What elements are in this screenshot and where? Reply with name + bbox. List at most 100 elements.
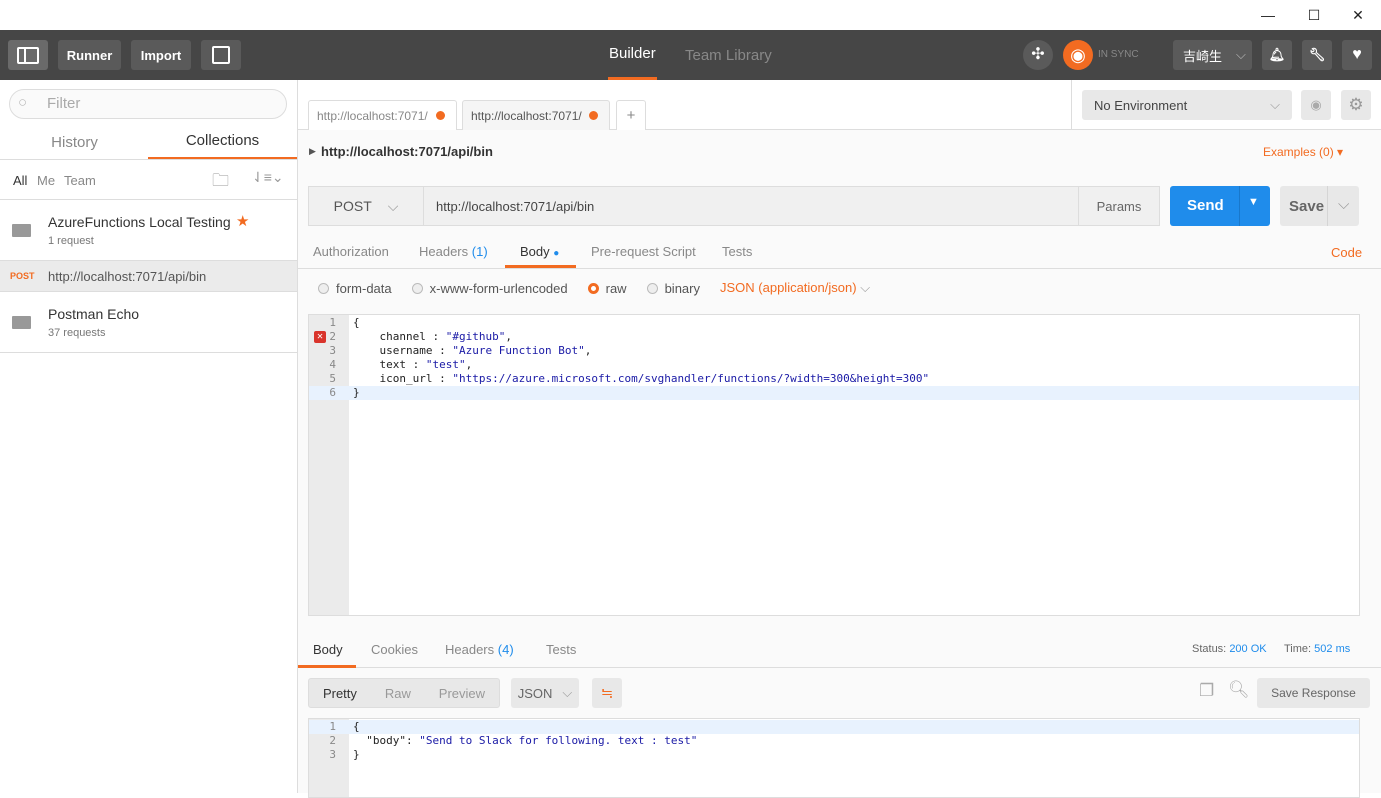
request-url: http://localhost:7071/api/bin [48,269,207,284]
request-tab[interactable]: http://localhost:7071/ [308,100,457,130]
import-button[interactable]: Import [131,40,191,70]
new-collection-icon[interactable]: 🗀 [212,168,229,197]
chevron-down-icon: ⌵ [1236,47,1246,62]
chevron-down-icon: ⌵ [1338,196,1350,213]
code-tail: , [505,330,512,343]
sync-icon[interactable]: ◉ [1063,40,1093,70]
code-str: "https://azure.microsoft.com/svghandler/… [452,372,930,385]
params-button[interactable]: Params [1078,186,1160,226]
collection-count: 37 requests [48,327,106,339]
main-panel: http://localhost:7071/ http://localhost:… [298,80,1381,798]
code-tail: , [465,358,473,371]
line-number: 4 [329,358,336,371]
user-menu[interactable]: 吉崎生 ⌵ [1173,40,1252,70]
radio-binary[interactable]: binary [646,281,700,296]
code-line: 1{ [309,720,1359,734]
copy-icon[interactable]: ❐ [1199,681,1214,701]
maximize-button[interactable]: ☐ [1291,0,1337,30]
save-button[interactable]: Save ⌵ [1280,186,1359,226]
radio-x-www-form-urlencoded[interactable]: x-www-form-urlencoded [411,281,568,296]
format-select[interactable]: JSON ⌵ [511,678,579,708]
chevron-down-icon[interactable]: ▼ [1248,196,1259,208]
code-text: } [353,386,360,399]
request-item[interactable]: POST http://localhost:7071/api/bin [0,261,297,292]
save-response-button[interactable]: Save Response [1257,678,1370,708]
tab-history[interactable]: History [0,124,149,160]
minimize-button[interactable]: — [1245,0,1291,30]
code-str: "test" [425,358,466,371]
content-type-select[interactable]: JSON (application/json) ⌵ [720,280,870,296]
chevron-down-icon: ⌵ [1270,97,1280,112]
tab-response-headers[interactable]: Headers (4) [445,642,514,657]
environment-select[interactable]: No Environment ⌵ [1082,90,1292,120]
tab-headers[interactable]: Headers (1) [419,244,488,259]
gear-button[interactable]: ⚙ [1341,90,1371,120]
sort-icon[interactable]: ⇃≡⌄ [252,169,284,186]
search-icon: ○ [18,94,28,111]
view-pretty[interactable]: Pretty [323,686,357,701]
tab-response-body[interactable]: Body [298,634,356,668]
runner-button[interactable]: Runner [58,40,121,70]
filter-input[interactable]: Filter [9,89,287,119]
tab-cookies[interactable]: Cookies [371,642,418,657]
tab-pre-request-script[interactable]: Pre-request Script [591,244,696,259]
view-preview[interactable]: Preview [439,686,485,701]
chevron-down-icon: ⌵ [387,197,399,214]
unsaved-dot [589,111,598,120]
tab-authorization[interactable]: Authorization [313,244,389,259]
time-value: 502 ms [1314,643,1351,655]
close-button[interactable]: ✕ [1335,0,1381,30]
heart-button[interactable]: ♥ [1342,40,1372,70]
collection-item[interactable]: AzureFunctions Local Testing ★ 1 request [0,200,297,261]
response-body-viewer: 1{2 "body": "Send to Slack for following… [308,718,1360,798]
wrap-lines-button[interactable]: ≒ [592,678,622,708]
tab-collections[interactable]: Collections [148,124,297,160]
notifications-button[interactable]: 🔔︎ [1262,40,1292,70]
code-text: channel : [353,330,446,343]
line-number: 1 [329,316,336,329]
examples-dropdown[interactable]: Examples (0) ▾ [1263,145,1343,159]
view-mode-group: Pretty Raw Preview [308,678,500,708]
code-line: 3} [309,748,1359,762]
new-window-button[interactable] [201,40,241,70]
tab-body[interactable]: Body ● [505,237,576,268]
view-raw[interactable]: Raw [385,686,411,701]
heart-icon: ♥ [1352,46,1362,63]
eye-button[interactable]: ◉ [1301,90,1331,120]
wrench-icon: 🔧︎ [1308,47,1326,62]
tab-team-library[interactable]: Team Library [685,30,772,80]
request-body-editor[interactable]: 1{2 ✕ channel : "#github", 3 username : "A… [308,314,1360,616]
collection-item[interactable]: Postman Echo 37 requests [0,292,297,353]
code-str: "Azure Function Bot" [452,344,585,357]
send-button[interactable]: Send ▼ [1170,186,1270,226]
response-tabs: Body Cookies Headers (4) Tests Status: 2… [298,626,1381,668]
url-input[interactable]: http://localhost:7071/api/bin [424,186,1079,226]
toggle-sidebar-button[interactable] [8,40,48,70]
request-tabs: Authorization Headers (1) Body ● Pre-req… [298,237,1381,269]
line-number: 3 [329,344,336,357]
filter-all[interactable]: All [13,173,27,188]
settings-button[interactable]: 🔧︎ [1302,40,1332,70]
interceptor-icon[interactable]: ✣ [1023,40,1053,70]
code-text: { [353,316,360,329]
radio-form-data[interactable]: form-data [318,281,392,296]
caret-right-icon[interactable]: ▶ [309,146,316,157]
new-tab-button[interactable]: + [616,100,646,130]
tab-tests[interactable]: Tests [722,244,752,259]
filter-team[interactable]: Team [64,173,96,188]
sidebar-icon [17,46,39,64]
radio-raw[interactable]: raw [587,281,627,296]
new-window-icon [212,46,230,64]
code-text: { [353,720,360,733]
unsaved-dot [436,111,445,120]
tab-builder[interactable]: Builder [608,30,657,80]
code-link[interactable]: Code [1331,245,1362,260]
request-tab-active[interactable]: http://localhost:7071/ [462,100,610,130]
request-title[interactable]: http://localhost:7071/api/bin [321,144,493,159]
filter-me[interactable]: Me [37,173,55,188]
code-line: 5 icon_url : "https://azure.microsoft.co… [309,372,1359,386]
tab-response-tests[interactable]: Tests [546,642,576,657]
star-icon[interactable]: ★ [236,212,249,230]
search-icon[interactable]: 🔍︎ [1228,680,1250,700]
method-select[interactable]: POST ⌵ [308,186,424,226]
